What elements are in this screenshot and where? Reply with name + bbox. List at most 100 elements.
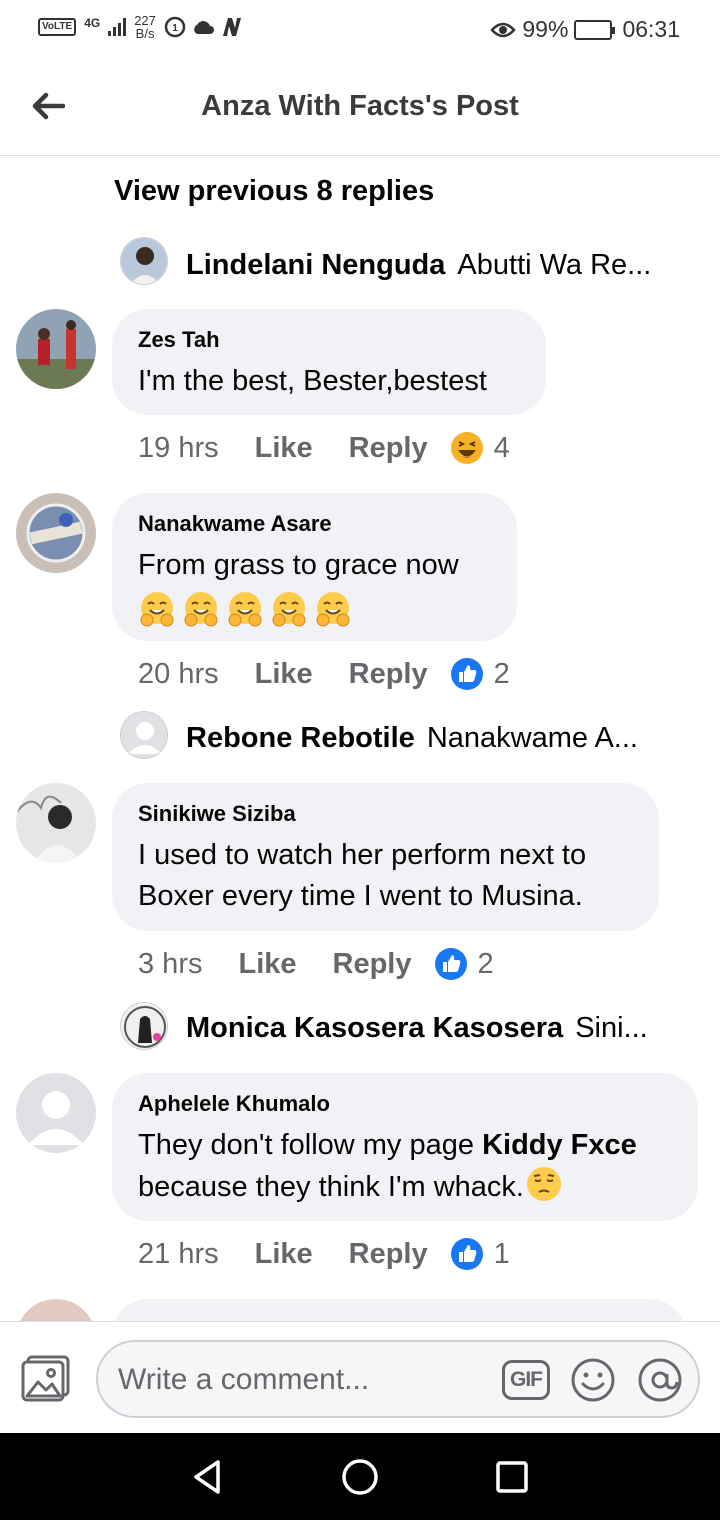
smiley-icon bbox=[571, 1358, 615, 1402]
net-speed-unit: B/s bbox=[135, 26, 155, 41]
comment-actions: 3 hrs Like Reply 2 bbox=[138, 942, 494, 986]
reply-button[interactable]: Reply bbox=[349, 658, 428, 691]
photo-icon bbox=[21, 1355, 70, 1402]
haha-reaction-icon bbox=[450, 432, 483, 464]
volte-badge: VoLTE bbox=[38, 18, 77, 36]
like-button[interactable]: Like bbox=[255, 432, 313, 465]
avatar[interactable] bbox=[16, 309, 96, 389]
reply-author[interactable]: Monica Kasosera Kasosera bbox=[186, 1012, 563, 1045]
battery-percent: 99% bbox=[522, 16, 569, 42]
svg-text:1: 1 bbox=[172, 23, 178, 34]
reaction-summary[interactable]: 4 bbox=[450, 431, 510, 465]
avatar[interactable] bbox=[16, 1073, 96, 1153]
comment-author[interactable]: Zes Tah bbox=[138, 327, 520, 353]
hugging-face-icon bbox=[184, 592, 218, 627]
system-nav-bar bbox=[0, 1433, 720, 1520]
status-left-group: VoLTE 4G 227 B/s 1 bbox=[38, 14, 244, 40]
comment-time[interactable]: 20 hrs bbox=[138, 658, 219, 691]
collapsed-reply[interactable]: Rebone Rebotile Nanakwame A... bbox=[120, 713, 638, 763]
reply-author[interactable]: Lindelani Nenguda bbox=[186, 249, 445, 282]
battery-icon bbox=[574, 19, 616, 40]
reply-button[interactable]: Reply bbox=[349, 1238, 428, 1271]
comment-time[interactable]: 21 hrs bbox=[138, 1238, 219, 1271]
like-button[interactable]: Like bbox=[255, 658, 313, 691]
comment-text-line: because they think I'm whack. bbox=[138, 1166, 672, 1208]
comment-text-line: Boxer every time I went to Musina. bbox=[138, 880, 583, 912]
mention-button[interactable] bbox=[636, 1357, 684, 1403]
comment-input[interactable] bbox=[118, 1360, 488, 1400]
n-logo-icon bbox=[222, 18, 241, 36]
reaction-summary[interactable]: 2 bbox=[434, 947, 494, 981]
reaction-summary[interactable]: 2 bbox=[450, 657, 510, 691]
hugging-face-icon bbox=[316, 592, 350, 627]
like-reaction-icon bbox=[434, 948, 467, 980]
gif-button[interactable]: GIF bbox=[502, 1360, 550, 1400]
emoji-button[interactable] bbox=[570, 1357, 616, 1403]
net-speed: 227 B/s bbox=[134, 14, 156, 40]
avatar[interactable] bbox=[16, 1299, 96, 1321]
comment-bubble[interactable] bbox=[112, 1299, 686, 1321]
comment-author[interactable]: Sinikiwe Siziba bbox=[138, 801, 633, 827]
view-previous-replies-link[interactable]: View previous 8 replies bbox=[114, 175, 434, 208]
reply-preview: Nanakwame A... bbox=[426, 721, 638, 754]
avatar[interactable] bbox=[16, 493, 96, 573]
at-sign-icon bbox=[638, 1358, 682, 1402]
network-type: 4G bbox=[84, 16, 101, 30]
square-recents-icon bbox=[496, 1461, 528, 1493]
reaction-count: 2 bbox=[493, 657, 510, 690]
sync-icon: 1 bbox=[164, 16, 186, 38]
nav-recents-button[interactable] bbox=[490, 1455, 534, 1499]
comment-bubble[interactable]: Aphelele Khumalo They don't follow my pa… bbox=[112, 1073, 698, 1221]
comment-thread[interactable]: View previous 8 replies Lindelani Nengud… bbox=[0, 157, 720, 1321]
comment-time[interactable]: 3 hrs bbox=[138, 948, 202, 981]
comment-author[interactable]: Nanakwame Asare bbox=[138, 511, 491, 537]
nav-back-button[interactable] bbox=[186, 1455, 230, 1499]
comment-bubble[interactable]: Zes Tah I'm the best, Bester,bestest bbox=[112, 309, 546, 415]
reaction-count: 1 bbox=[493, 1237, 510, 1270]
reaction-count: 4 bbox=[493, 431, 510, 464]
reaction-summary[interactable]: 1 bbox=[450, 1237, 510, 1271]
notification-icons: 1 bbox=[164, 16, 244, 38]
like-reaction-icon bbox=[450, 1238, 483, 1270]
status-bar: VoLTE 4G 227 B/s 1 99% 06:31 bbox=[0, 0, 720, 62]
collapsed-reply[interactable]: Monica Kasosera Kasosera Sini... bbox=[120, 1003, 648, 1053]
cloud-icon bbox=[194, 21, 214, 34]
nav-home-button[interactable] bbox=[338, 1455, 382, 1499]
reply-button[interactable]: Reply bbox=[333, 948, 412, 981]
emoji-row bbox=[138, 590, 491, 628]
reaction-count: 2 bbox=[477, 947, 494, 980]
reply-author[interactable]: Rebone Rebotile bbox=[186, 722, 415, 755]
comment-actions: 21 hrs Like Reply 1 bbox=[138, 1232, 510, 1276]
comment-bubble[interactable]: Nanakwame Asare From grass to grace now bbox=[112, 493, 517, 641]
collapsed-reply[interactable]: Lindelani Nenguda Abutti Wa Re... bbox=[120, 240, 651, 290]
page-tag-link[interactable]: Kiddy Fxce bbox=[482, 1129, 637, 1161]
comment-text: because they think I'm whack. bbox=[138, 1171, 524, 1203]
pensive-face-icon bbox=[526, 1167, 561, 1201]
comment-text-line: I used to watch her perform next to bbox=[138, 839, 587, 871]
comment-bubble[interactable]: Sinikiwe Siziba I used to watch her perf… bbox=[112, 783, 659, 931]
comment-input-box[interactable]: GIF bbox=[96, 1340, 700, 1418]
reply-preview: Abutti Wa Re... bbox=[457, 248, 652, 281]
comment-text: I'm the best, Bester,bestest bbox=[138, 365, 487, 397]
triangle-back-icon bbox=[194, 1460, 220, 1494]
like-reaction-icon bbox=[450, 658, 483, 690]
add-photo-button[interactable] bbox=[20, 1354, 72, 1402]
eye-comfort-icon bbox=[490, 22, 517, 37]
comment-text: From grass to grace now bbox=[138, 549, 459, 581]
hugging-face-icon bbox=[140, 592, 174, 627]
reply-preview: Sini... bbox=[575, 1011, 648, 1044]
like-button[interactable]: Like bbox=[255, 1238, 313, 1271]
avatar[interactable] bbox=[16, 783, 96, 863]
comment-author[interactable]: Aphelele Khumalo bbox=[138, 1091, 672, 1117]
circle-home-icon bbox=[342, 1459, 378, 1495]
comment-actions: 19 hrs Like Reply 4 bbox=[138, 426, 510, 470]
signal-icon bbox=[108, 18, 127, 36]
page-title: Anza With Facts's Post bbox=[201, 90, 519, 122]
comment-composer: GIF bbox=[0, 1321, 720, 1433]
comment-text-line: They don't follow my page Kiddy Fxce bbox=[138, 1125, 672, 1166]
hugging-face-icon bbox=[228, 592, 262, 627]
like-button[interactable]: Like bbox=[238, 948, 296, 981]
reply-button[interactable]: Reply bbox=[349, 432, 428, 465]
comment-time[interactable]: 19 hrs bbox=[138, 432, 219, 465]
clock: 06:31 bbox=[622, 16, 680, 42]
